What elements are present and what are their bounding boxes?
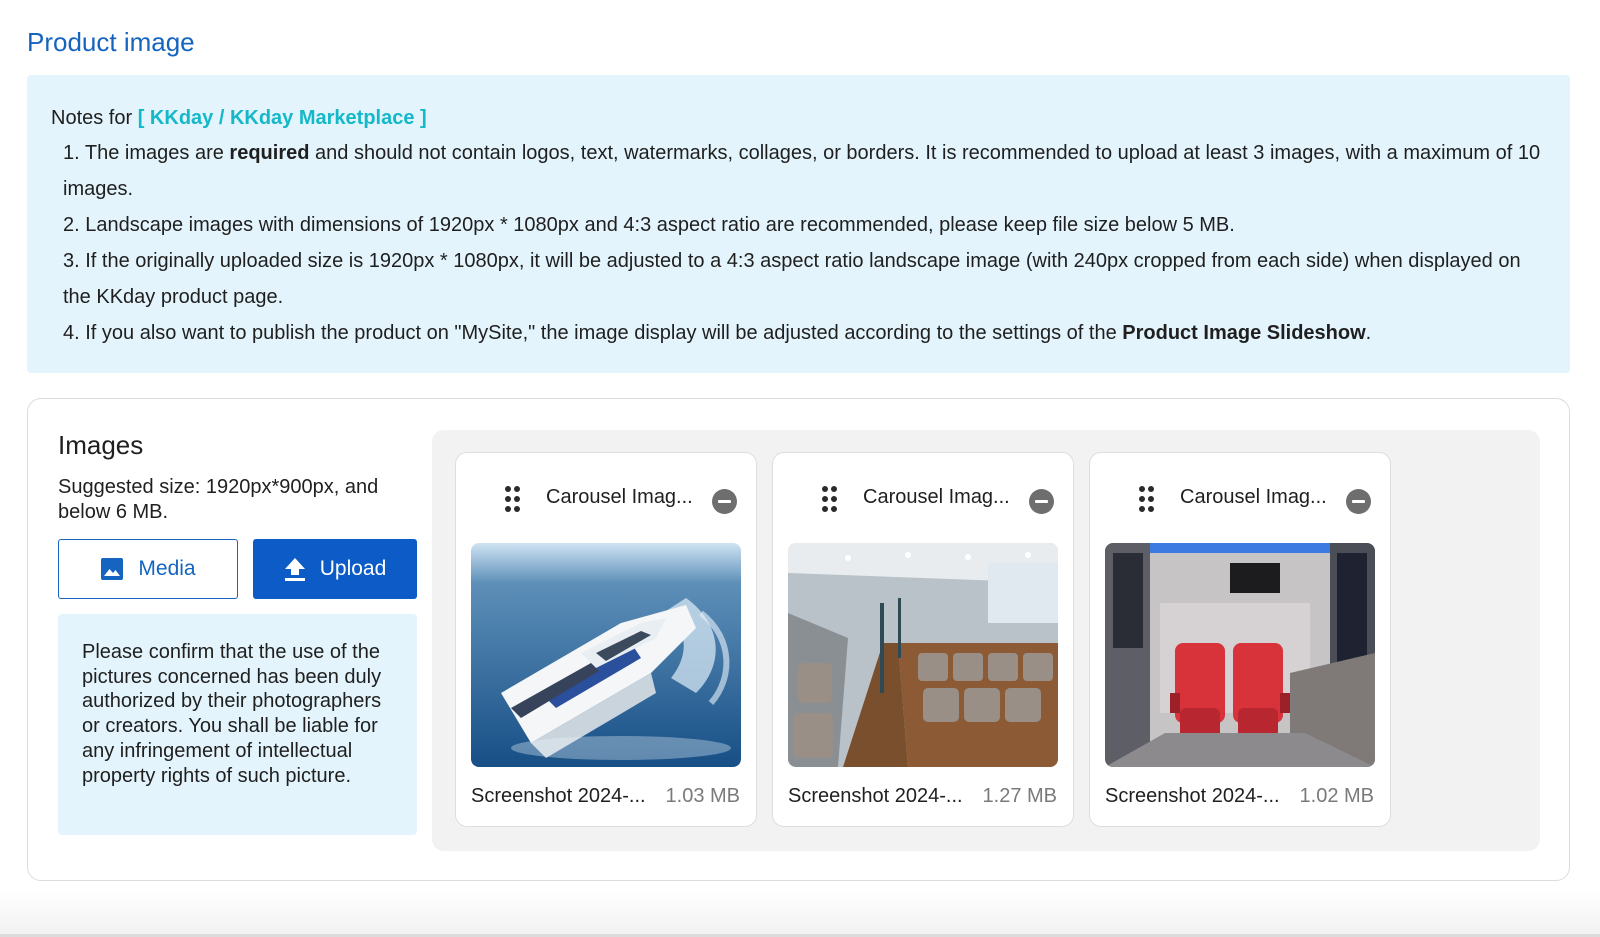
note-number: 4. [63,322,80,344]
note-number: 2. [63,214,80,236]
notes-platform: [ KKday / KKday Marketplace ] [137,107,427,129]
remove-circle-icon[interactable] [1029,489,1054,514]
notes-prefix: Notes for [51,107,133,129]
note-bold: required [229,142,310,164]
note-text: The images are [84,142,224,164]
tile-header: Carousel Imag... [1090,481,1390,521]
tile-title: Carousel Imag... [863,486,1010,508]
drag-handle-icon[interactable] [504,485,522,518]
tile-filename: Screenshot 2024-... [1105,785,1280,807]
tile-filename: Screenshot 2024-... [788,785,963,807]
notes-list: 1. The images are required and should no… [51,135,1546,351]
note-item-2: 2. Landscape images with dimensions of 1… [63,207,1546,243]
vip-seats-image [1105,543,1375,767]
note-text: Landscape images with dimensions of 1920… [85,214,1235,236]
ferry-cabin-image [788,543,1058,767]
tile-header: Carousel Imag... [773,481,1073,521]
note-text: . [1365,322,1372,344]
tile-header: Carousel Imag... [456,481,756,521]
remove-circle-icon[interactable] [712,489,737,514]
tile-filename: Screenshot 2024-... [471,785,646,807]
upload-button[interactable]: Upload [253,539,417,599]
remove-circle-icon[interactable] [1346,489,1371,514]
image-tile[interactable]: Carousel Imag... Screenshot 2024-... 1.0… [1089,452,1391,827]
tile-filesize: 1.27 MB [982,785,1057,807]
upload-icon [284,557,306,581]
note-number: 1. [63,142,80,164]
note-number: 3. [63,250,80,272]
media-button-label: Media [138,557,196,580]
image-tile[interactable]: Carousel Imag... Screenshot 2024-... 1.2… [772,452,1074,827]
image-icon [100,557,124,581]
images-title: Images [58,430,144,460]
note-item-3: 3. If the originally uploaded size is 19… [63,243,1546,315]
footer-shade [0,890,1600,937]
authorization-notice: Please confirm that the use of the pictu… [58,614,417,835]
upload-button-label: Upload [319,557,387,580]
note-item-1: 1. The images are required and should no… [63,135,1546,207]
ferry-exterior-image [471,543,741,767]
page-title: Product image [27,27,195,57]
tile-title: Carousel Imag... [1180,486,1327,508]
note-text: If you also want to publish the product … [85,322,1117,344]
notes-header: Notes for [ KKday / KKday Marketplace ] [51,101,1546,135]
note-item-4: 4. If you also want to publish the produ… [63,315,1546,351]
notes-panel: Notes for [ KKday / KKday Marketplace ] … [27,75,1570,373]
drag-handle-icon[interactable] [821,485,839,518]
tile-title: Carousel Imag... [546,486,693,508]
note-text: If the originally uploaded size is 1920p… [63,250,1521,308]
tile-filesize: 1.02 MB [1299,785,1374,807]
image-tile[interactable]: Carousel Imag... Screenshot 2024-... 1.0… [455,452,757,827]
media-button[interactable]: Media [58,539,238,599]
note-bold: Product Image Slideshow [1122,322,1366,344]
drag-handle-icon[interactable] [1138,485,1156,518]
suggested-size-text: Suggested size: 1920px*900px, and below … [58,476,379,523]
tile-filesize: 1.03 MB [665,785,740,807]
